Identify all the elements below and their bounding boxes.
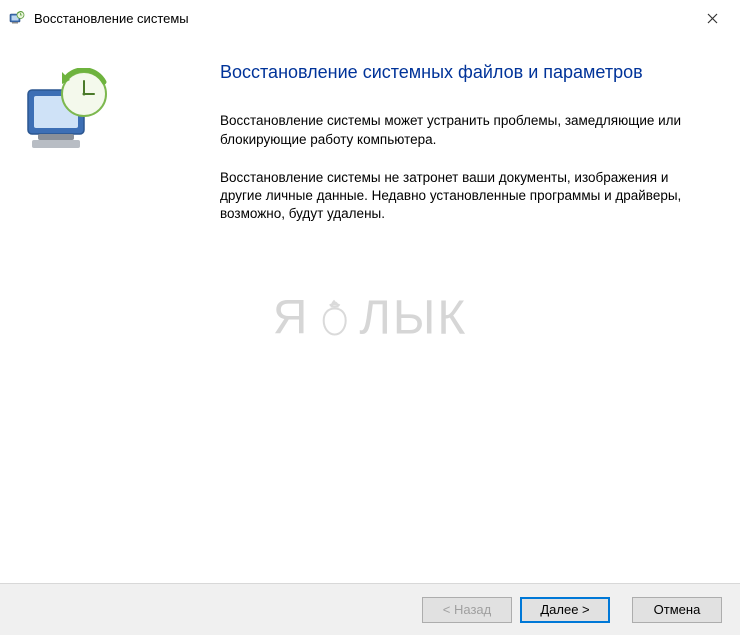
system-restore-icon [20, 68, 120, 158]
page-heading: Восстановление системных файлов и параме… [220, 60, 700, 84]
back-button: < Назад [422, 597, 512, 623]
button-bar: < Назад Далее > Отмена [0, 583, 740, 635]
wizard-sidebar [0, 48, 190, 578]
next-button[interactable]: Далее > [520, 597, 610, 623]
cancel-button[interactable]: Отмена [632, 597, 722, 623]
close-button[interactable] [692, 3, 732, 33]
wizard-main: Восстановление системных файлов и параме… [190, 48, 740, 578]
system-restore-title-icon [8, 9, 26, 27]
titlebar: Восстановление системы [0, 0, 740, 36]
window-title: Восстановление системы [34, 11, 692, 26]
intro-paragraph-2: Восстановление системы не затронет ваши … [220, 169, 700, 224]
intro-paragraph-1: Восстановление системы может устранить п… [220, 112, 700, 148]
wizard-content: Восстановление системных файлов и параме… [0, 36, 740, 578]
